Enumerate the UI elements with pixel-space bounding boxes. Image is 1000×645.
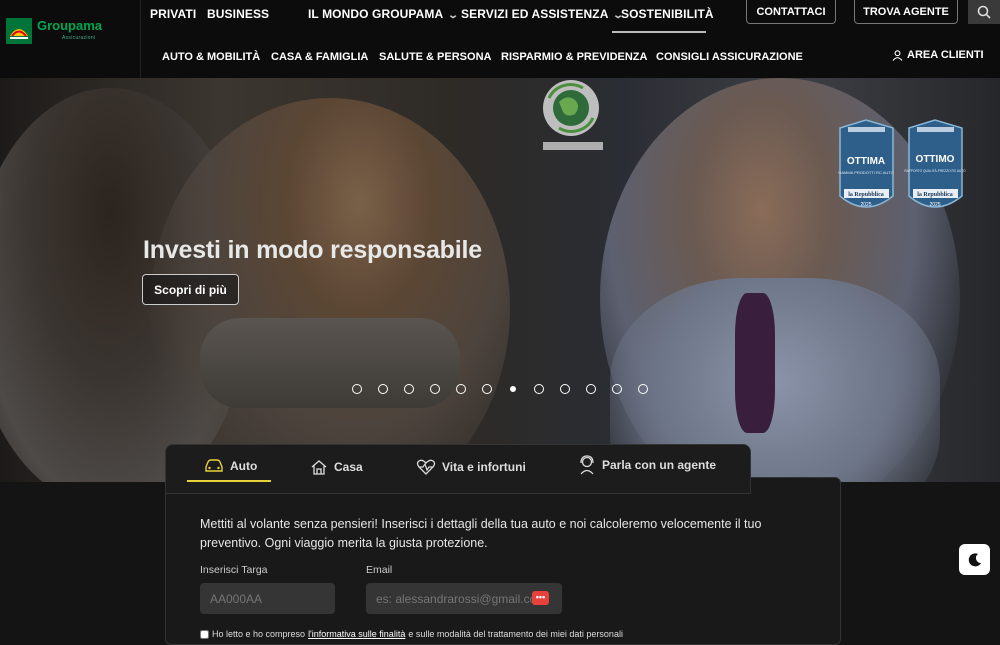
quote-form-panel: [165, 477, 841, 645]
groupama-logo-icon: [6, 18, 32, 44]
carousel-dot[interactable]: [456, 384, 466, 394]
award-badge-gamma-prodotti: OTTIMA GAMMA PRODOTTI RC AUTO la Repubbl…: [838, 119, 894, 208]
nav-servizi-assistenza[interactable]: SERVIZI ED ASSISTENZA ⌄: [461, 7, 625, 21]
nav-business[interactable]: BUSINESS: [207, 7, 269, 21]
badge-publisher: la Repubblica: [917, 192, 953, 198]
active-tab-indicator: [187, 480, 271, 482]
car-icon: [205, 459, 223, 472]
hero-title: Investi in modo responsabile: [143, 236, 482, 264]
carousel-dot[interactable]: [534, 384, 544, 394]
badge-caption: GAMMA PRODOTTI RC AUTO: [838, 170, 894, 175]
hero-photo-arm: [200, 318, 460, 408]
search-icon: [977, 5, 991, 19]
house-icon: [311, 460, 327, 475]
area-clienti-link[interactable]: AREA CLIENTI: [892, 49, 984, 61]
nav-mondo-groupama[interactable]: IL MONDO GROUPAMA ⌄: [308, 7, 460, 21]
tab-vita-infortuni[interactable]: Vita e infortuni: [416, 459, 526, 475]
plate-input[interactable]: [200, 583, 335, 614]
find-agent-button[interactable]: TROVA AGENTE: [854, 0, 958, 24]
contact-button[interactable]: CONTATTACI: [746, 0, 836, 24]
badge-year: 2025: [860, 202, 871, 208]
privacy-consent[interactable]: Ho letto e ho compreso l'informativa sul…: [200, 629, 623, 639]
badge-caption: RAPPORTO QUALITÀ-PREZZO RC AUTO: [904, 169, 966, 173]
hero-banner: Investi in modo responsabile Scopri di p…: [0, 78, 1000, 482]
quote-intro-text: Mettiti al volante senza pensieri! Inser…: [200, 517, 762, 550]
site-header: Groupama Assicurazioni PRIVATI BUSINESS …: [0, 0, 1000, 78]
badge-publisher: la Repubblica: [848, 192, 884, 198]
tab-parla-agente[interactable]: Parla con un agente: [578, 455, 716, 475]
page: Groupama Assicurazioni PRIVATI BUSINESS …: [0, 0, 1000, 645]
nav-privati[interactable]: PRIVATI: [150, 7, 196, 21]
carousel-dot[interactable]: [430, 384, 440, 394]
badge-rating: OTTIMO: [916, 154, 955, 165]
badge-rating: OTTIMA: [847, 156, 885, 167]
active-nav-underline: [612, 31, 706, 33]
tab-auto[interactable]: Auto: [204, 459, 257, 473]
carousel-dot[interactable]: [638, 384, 648, 394]
nav-sostenibilita[interactable]: SOSTENIBILITÀ: [621, 7, 714, 21]
tab-casa[interactable]: Casa: [310, 459, 363, 475]
nav-consigli-assicurazione[interactable]: CONSIGLI ASSICURAZIONE: [656, 51, 803, 63]
logo[interactable]: Groupama Assicurazioni: [0, 0, 141, 78]
carousel-dot[interactable]: [404, 384, 414, 394]
nav-risparmio-previdenza[interactable]: RISPARMIO & PREVIDENZA: [501, 51, 647, 63]
sustainability-globe-icon: [543, 80, 603, 150]
hero-photo-tie: [735, 293, 775, 433]
user-icon: [892, 49, 903, 61]
carousel-dot[interactable]: [352, 384, 362, 394]
discover-more-button[interactable]: Scopri di più: [142, 274, 239, 305]
logo-tagline: Assicurazioni: [62, 35, 96, 41]
carousel-dot[interactable]: [612, 384, 622, 394]
nav-salute-persona[interactable]: SALUTE & PERSONA: [379, 51, 491, 63]
consent-checkbox[interactable]: [200, 629, 209, 639]
badge-year: 2025: [929, 202, 940, 208]
chevron-down-icon: ⌄: [447, 10, 460, 21]
carousel-dot[interactable]: [378, 384, 388, 394]
plate-label: Inserisci Targa: [200, 564, 268, 576]
dark-mode-toggle[interactable]: [959, 544, 990, 575]
carousel-dot-active[interactable]: [510, 386, 516, 392]
carousel-dot[interactable]: [482, 384, 492, 394]
nav-casa-famiglia[interactable]: CASA & FAMIGLIA: [271, 51, 368, 63]
agent-icon: [580, 455, 594, 475]
search-button[interactable]: [968, 0, 1000, 24]
email-label: Email: [366, 564, 393, 576]
moon-icon: [968, 552, 981, 566]
logo-name: Groupama: [37, 18, 103, 33]
award-badge-qualita-prezzo: OTTIMO RAPPORTO QUALITÀ-PREZZO RC AUTO l…: [904, 119, 966, 208]
heartbeat-icon: [416, 459, 436, 475]
carousel-dot[interactable]: [586, 384, 596, 394]
password-manager-icon[interactable]: •••: [532, 591, 549, 605]
carousel-dot[interactable]: [560, 384, 570, 394]
carousel-dots: [352, 384, 648, 394]
privacy-policy-link[interactable]: l'informativa sulle finalità: [308, 629, 405, 639]
quote-tabs: Auto Casa Vita e infortuni Parla con un …: [165, 444, 751, 494]
nav-auto-mobilita[interactable]: AUTO & MOBILITÀ: [162, 51, 260, 63]
